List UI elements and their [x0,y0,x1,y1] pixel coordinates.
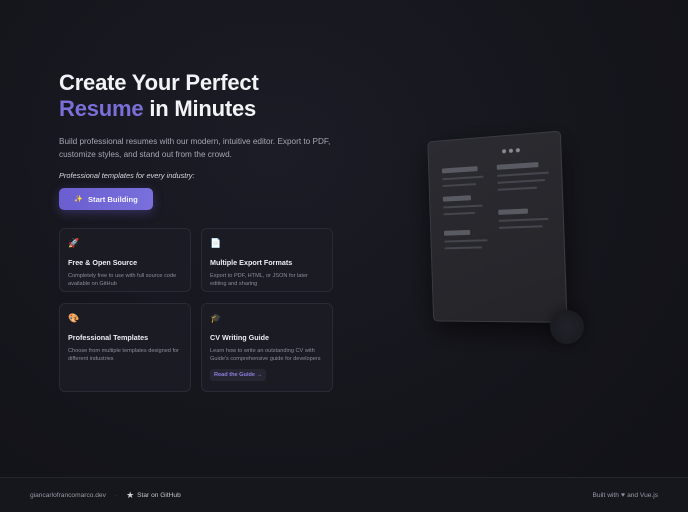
feature-title: Free & Open Source [68,258,138,267]
site-link[interactable]: giancarlofrancomarco.dev [30,492,106,499]
window-dots-icon [502,148,520,154]
feature-card-guide: 🎓 CV Writing Guide Learn how to write an… [201,303,333,392]
document-icon: 📄 [210,238,222,248]
rocket-icon: 🚀 [68,238,80,248]
hero-description: Build professional resumes with our mode… [59,137,331,159]
hero-title: Create Your Perfect Resume in Minutes [59,70,349,122]
resume-preview-illustration [418,130,578,340]
github-star-link[interactable]: ★ Star on GitHub [126,490,181,501]
start-building-label: Start Building [87,194,138,204]
start-building-button[interactable]: ✨ Start Building [59,188,153,210]
feature-title: Professional Templates [68,333,149,342]
feature-text: Choose from multiple templates designed … [68,348,179,362]
feature-text: Export to PDF, HTML, or JSON for later e… [210,273,308,287]
feature-card-open-source: 🚀 Free & Open Source Completely free to … [59,228,191,292]
built-with: Built with ♥ and Vue.js [593,492,658,499]
feature-card-export: 📄 Multiple Export Formats Export to PDF,… [201,228,333,292]
feature-text: Learn how to write an outstanding CV wit… [210,348,321,362]
page-footer: giancarlofrancomarco.dev · ★ Star on Git… [0,477,688,512]
built-with-prefix: Built with [592,491,619,499]
star-icon: ★ [126,489,135,500]
footer-separator: · [114,491,118,499]
graduation-cap-icon: 🎓 [210,313,222,323]
feature-card-templates: 🎨 Professional Templates Choose from mul… [59,303,191,392]
read-guide-button[interactable]: Read the Guide → [210,369,267,381]
hero-section: Create Your Perfect Resume in Minutes Bu… [59,70,349,180]
feature-title: CV Writing Guide [210,333,269,342]
heart-icon: ♥ [620,491,626,499]
built-with-suffix: and Vue.js [627,491,658,499]
palette-icon: 🎨 [68,313,80,323]
feature-title: Multiple Export Formats [210,258,293,267]
resume-preview-card [427,130,568,323]
sparkle-icon: ✨ [74,196,83,203]
decorative-orb [550,310,584,344]
feature-text: Completely free to use with full source … [68,273,177,287]
hero-title-accent: Resume [59,96,144,121]
hero-tagline: Professional templates for every industr… [59,171,195,180]
hero-title-rest: in Minutes [143,96,257,121]
github-star-label: Star on GitHub [137,491,181,499]
hero-title-line1: Create Your Perfect [59,70,259,95]
